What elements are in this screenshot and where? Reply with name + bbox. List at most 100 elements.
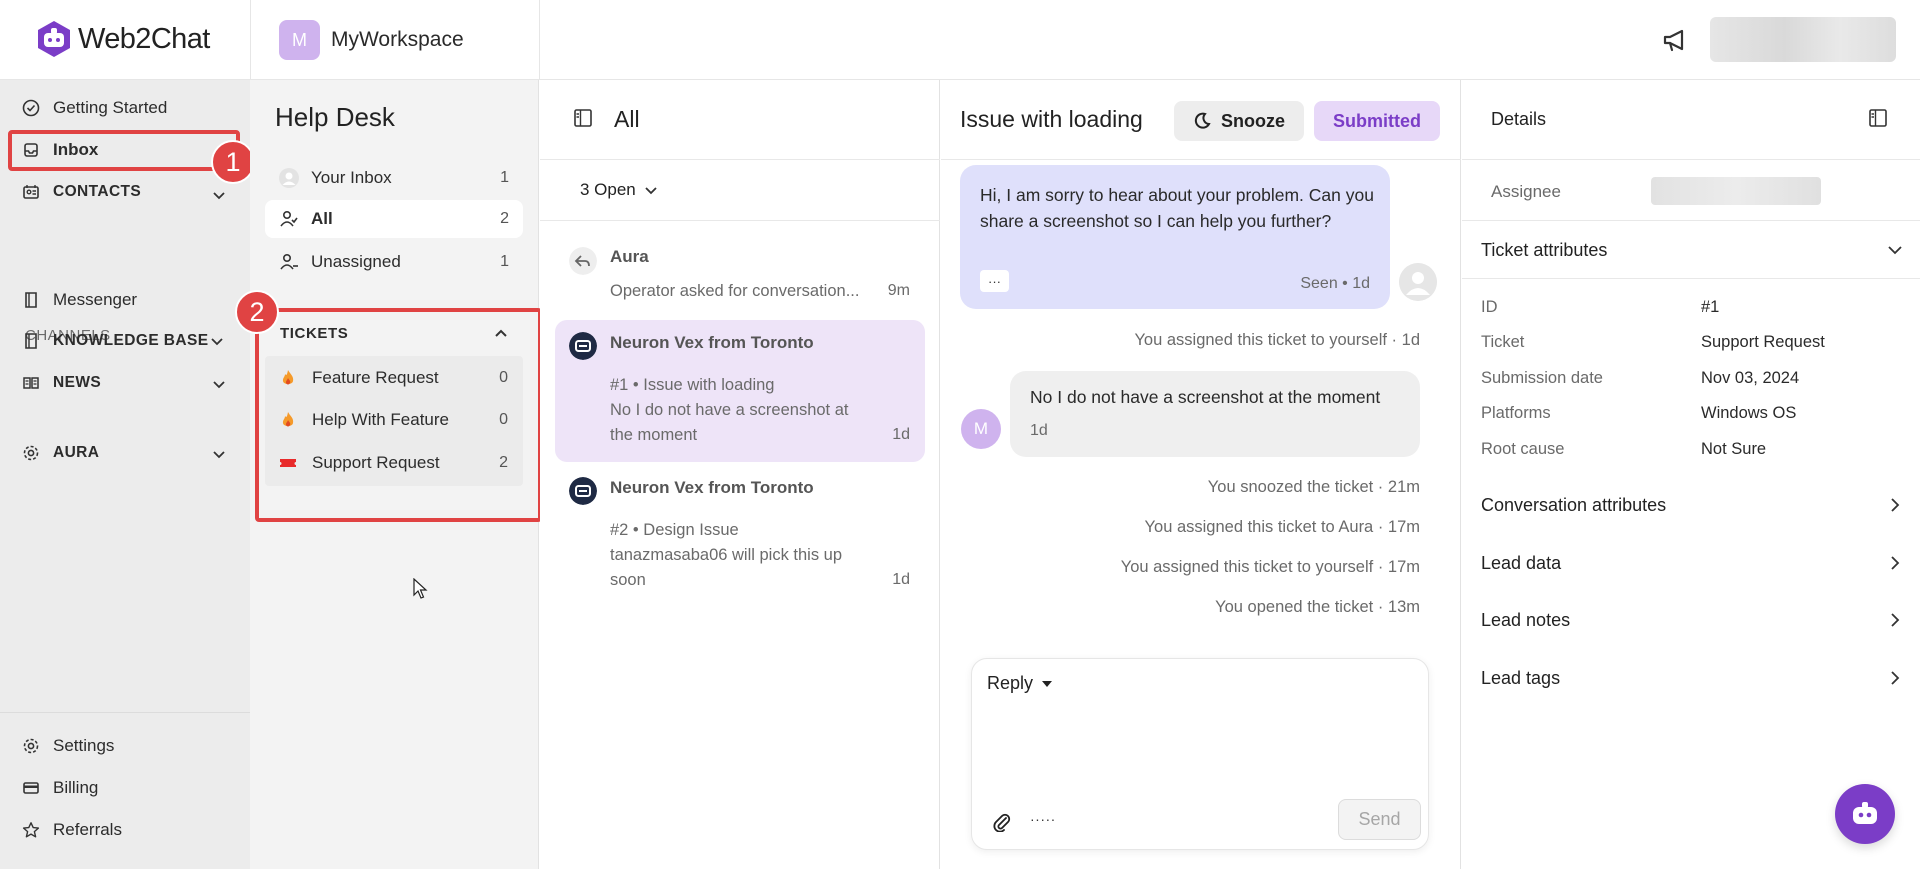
avatar bbox=[279, 168, 299, 188]
caret-down-icon bbox=[1042, 680, 1053, 687]
help-desk-title: Help Desk bbox=[275, 102, 395, 132]
attribute-value: Windows OS bbox=[1701, 404, 1797, 422]
reply-composer[interactable]: Reply ····· Send bbox=[971, 658, 1429, 850]
status-filter-bar: 3 Open bbox=[540, 161, 940, 221]
chevron-down-icon[interactable] bbox=[210, 334, 224, 348]
message-options-button[interactable]: ··· bbox=[980, 270, 1009, 292]
nav-label: Billing bbox=[53, 778, 99, 797]
activity-event: You assigned this ticket to yourself · 1… bbox=[1120, 558, 1420, 576]
chevron-right-icon bbox=[1891, 498, 1900, 512]
sidebar-toggle-icon[interactable] bbox=[573, 108, 593, 128]
chevron-down-icon[interactable] bbox=[212, 377, 226, 391]
conversation-item[interactable]: Neuron Vex from Toronto #2 • Design Issu… bbox=[555, 465, 925, 607]
nav-label: NEWS bbox=[53, 374, 102, 391]
logo-robot-icon bbox=[38, 21, 70, 57]
activity-event: You snoozed the ticket · 21m bbox=[1207, 478, 1420, 496]
gear-icon bbox=[23, 738, 39, 754]
user-unassigned-icon bbox=[280, 253, 298, 270]
divider bbox=[1462, 278, 1920, 279]
lead-avatar: M bbox=[961, 409, 1001, 449]
operator-message-bubble: Hi, I am sorry to hear about your proble… bbox=[960, 165, 1390, 309]
conversation-header: Issue with loading Snooze Submitted bbox=[941, 80, 1461, 160]
nav-label: Referrals bbox=[53, 820, 122, 839]
conversation-name: Aura bbox=[610, 247, 649, 266]
divider bbox=[539, 0, 540, 80]
nav-aura[interactable]: AURA bbox=[22, 444, 99, 462]
check-circle-icon bbox=[22, 99, 40, 117]
nav-knowledge-base[interactable]: KNOWLEDGE BASE bbox=[22, 332, 208, 350]
help-desk-item-all[interactable]: All 2 bbox=[265, 200, 523, 238]
nav-label: CONTACTS bbox=[53, 183, 142, 200]
nav-label: Messenger bbox=[53, 290, 138, 309]
assignee-selector[interactable] bbox=[1651, 177, 1821, 205]
conversation-preview: Operator asked for conversation... bbox=[610, 282, 860, 300]
chevron-down-icon[interactable] bbox=[212, 188, 226, 202]
nav-settings[interactable]: Settings bbox=[22, 736, 114, 756]
message-seen-status: Seen • 1d bbox=[1300, 275, 1370, 292]
star-icon bbox=[22, 822, 40, 838]
nav-label: Getting Started bbox=[53, 98, 168, 117]
nav-getting-started[interactable]: Getting Started bbox=[22, 98, 167, 118]
nav-contacts[interactable]: CONTACTS bbox=[22, 183, 141, 201]
nav-messenger[interactable]: Messenger bbox=[22, 290, 137, 310]
chevron-down-icon bbox=[1888, 246, 1902, 255]
operator-avatar bbox=[1399, 263, 1437, 301]
nav-news[interactable]: NEWS bbox=[22, 374, 101, 392]
panel-toggle-icon[interactable] bbox=[1868, 108, 1888, 128]
book-icon bbox=[25, 292, 37, 308]
chatbot-launcher-button[interactable] bbox=[1835, 784, 1895, 844]
assignee-label: Assignee bbox=[1491, 182, 1561, 201]
send-button[interactable]: Send bbox=[1338, 799, 1421, 840]
conversation-ticket-ref: #1 • Issue with loading bbox=[610, 376, 775, 394]
status-filter-dropdown[interactable]: 3 Open bbox=[580, 180, 658, 200]
nav-referrals[interactable]: Referrals bbox=[22, 820, 122, 840]
lead-message-bubble: No I do not have a screenshot at the mom… bbox=[1010, 371, 1420, 457]
ticket-status-button[interactable]: Submitted bbox=[1314, 101, 1440, 141]
top-bar: Web2Chat M MyWorkspace bbox=[0, 0, 1920, 80]
megaphone-icon[interactable] bbox=[1660, 24, 1692, 56]
conversation-preview: tanazmasaba06 will pick this up bbox=[610, 546, 843, 564]
logo-text: Web2Chat bbox=[78, 22, 210, 55]
count-badge: 1 bbox=[500, 169, 509, 186]
snooze-button[interactable]: Snooze bbox=[1174, 101, 1304, 141]
gear-icon bbox=[23, 445, 39, 461]
conversation-time: 9m bbox=[887, 282, 910, 299]
conversation-list: All 3 Open Aura Operator asked for conve… bbox=[540, 80, 940, 869]
credit-card-icon bbox=[23, 782, 39, 794]
activity-event: You assigned this ticket to yourself · 1… bbox=[1134, 331, 1420, 349]
attribute-key: Submission date bbox=[1481, 369, 1603, 387]
annotation-badge-2: 2 bbox=[235, 290, 279, 334]
reply-mode-dropdown[interactable]: Reply bbox=[987, 673, 1053, 694]
conversation-item[interactable]: Aura Operator asked for conversation... … bbox=[555, 233, 925, 315]
attribute-key: Platforms bbox=[1481, 404, 1551, 422]
chevron-right-icon bbox=[1891, 556, 1900, 570]
workspace-switcher[interactable]: M MyWorkspace bbox=[279, 20, 464, 60]
lead-message-time: 1d bbox=[1030, 422, 1048, 439]
profile-menu[interactable] bbox=[1710, 17, 1896, 62]
composer-more-button[interactable]: ····· bbox=[1030, 811, 1056, 827]
section-label: Ticket attributes bbox=[1481, 240, 1608, 260]
divider bbox=[0, 712, 250, 713]
app-logo[interactable]: Web2Chat bbox=[36, 20, 210, 58]
help-desk-item-label: Unassigned bbox=[311, 252, 401, 271]
attachment-icon[interactable] bbox=[992, 812, 1012, 832]
details-header: Details bbox=[1462, 80, 1920, 160]
conversation-time: 1d bbox=[892, 426, 910, 443]
attribute-key: Root cause bbox=[1481, 440, 1565, 458]
help-desk-item-label: Your Inbox bbox=[311, 168, 392, 187]
mouse-cursor-icon bbox=[413, 578, 428, 599]
attribute-value: Nov 03, 2024 bbox=[1701, 369, 1800, 387]
help-desk-item-unassigned[interactable]: Unassigned 1 bbox=[265, 243, 523, 281]
contacts-card-icon bbox=[23, 185, 39, 199]
nav-billing[interactable]: Billing bbox=[22, 778, 98, 798]
left-navigation: Getting Started Inbox CONTACTS CHANNELS … bbox=[0, 80, 250, 869]
divider bbox=[250, 0, 251, 80]
chevron-down-icon[interactable] bbox=[212, 447, 226, 461]
operator-message-text: Hi, I am sorry to hear about your proble… bbox=[980, 185, 1374, 231]
conversation-item-selected[interactable]: Neuron Vex from Toronto #1 • Issue with … bbox=[555, 320, 925, 462]
book-icon bbox=[25, 333, 37, 349]
help-desk-item-your-inbox[interactable]: Your Inbox 1 bbox=[265, 159, 523, 197]
attribute-value: Not Sure bbox=[1701, 440, 1767, 458]
highlight-box-tickets bbox=[255, 308, 542, 522]
attribute-value: #1 bbox=[1701, 298, 1720, 316]
